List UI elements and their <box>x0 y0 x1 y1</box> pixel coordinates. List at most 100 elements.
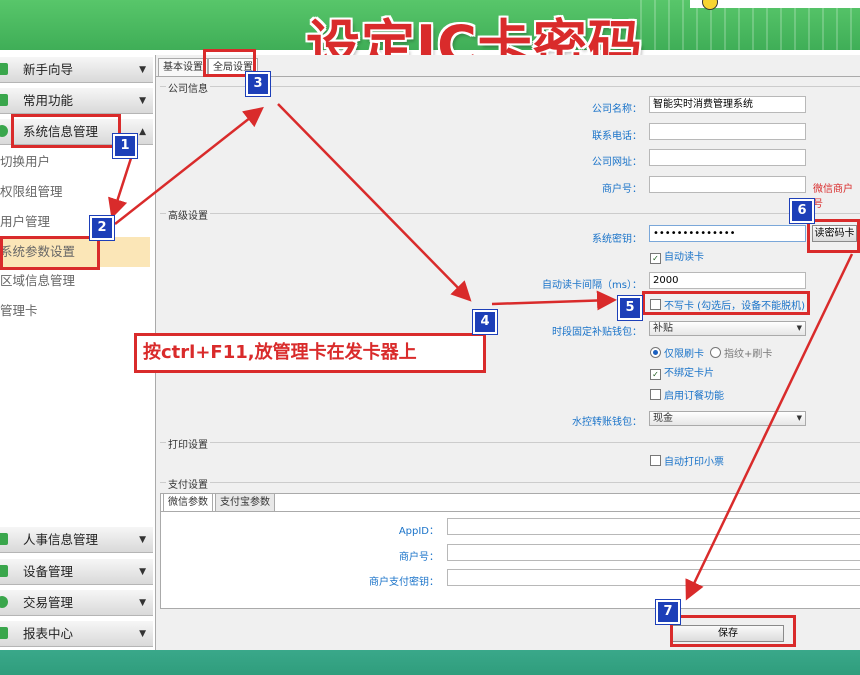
pay-key-field[interactable] <box>447 569 860 586</box>
checkbox-unchecked-icon <box>650 455 661 466</box>
checkbox-label: 不绑定卡片 <box>664 368 714 379</box>
payment-group: 支付设置 <box>160 476 860 491</box>
merchant-field[interactable] <box>649 176 806 193</box>
auto-print-checkbox[interactable]: 自动打印小票 <box>650 455 724 469</box>
group-title: 公司信息 <box>166 80 210 95</box>
step-badge-7: 7 <box>655 599 681 625</box>
company-name-field[interactable]: 智能实时消费管理系统 <box>649 96 806 113</box>
pay-merchant-label: 商户号： <box>399 552 439 563</box>
radio-selected-icon <box>650 347 661 358</box>
sidebar-item-report[interactable]: 报表中心 ▼ <box>0 621 153 647</box>
highlight-no-write <box>642 291 810 315</box>
sidebar-item-common[interactable]: 常用功能 ▼ <box>0 88 153 114</box>
water-wallet-label: 水控转账钱包： <box>572 417 642 428</box>
chevron-up-icon: ▲ <box>139 127 146 137</box>
report-icon <box>0 627 8 639</box>
group-title: 支付设置 <box>166 476 210 491</box>
company-phone-label: 联系电话： <box>592 131 642 142</box>
tab-alipay[interactable]: 支付宝参数 <box>215 493 275 511</box>
appid-label: AppID： <box>398 526 439 537</box>
sidebar-item-label: 报表中心 <box>23 626 74 641</box>
step-badge-2: 2 <box>89 215 115 241</box>
step-badge-6: 6 <box>789 198 815 224</box>
checkbox-unchecked-icon <box>650 389 661 400</box>
highlight-save <box>670 615 796 647</box>
chevron-down-icon: ▼ <box>139 535 146 545</box>
sidebar-item-guide[interactable]: 新手向导 ▼ <box>0 57 153 83</box>
guide-icon <box>0 63 8 75</box>
advanced-group: 高级设置 <box>160 207 860 222</box>
tab-basic[interactable]: 基本设置 <box>158 58 208 76</box>
merchant-label: 商户号： <box>602 184 642 195</box>
payment-tab-box: 微信参数 支付宝参数 AppID： 商户号： 商户支付密钥： <box>160 493 860 609</box>
sidebar-item-label: 常用功能 <box>23 93 74 108</box>
company-phone-field[interactable] <box>649 123 806 140</box>
subsidy-wallet-label: 时段固定补贴钱包： <box>552 327 642 338</box>
chevron-down-icon: ▼ <box>139 598 146 608</box>
radio-card-only[interactable]: 仅限刷卡 <box>650 347 704 361</box>
step-badge-3: 3 <box>245 71 271 97</box>
radio-fingerprint-card[interactable]: 指纹+刷卡 <box>710 347 772 361</box>
tab-divider <box>161 511 860 512</box>
interval-label: 自动读卡间隔（ms）： <box>542 280 642 291</box>
highlight-read-key <box>807 219 860 253</box>
step-badge-4: 4 <box>472 309 498 335</box>
checkbox-checked-icon: ✓ <box>650 253 661 264</box>
group-title: 打印设置 <box>166 436 210 451</box>
order-meal-checkbox[interactable]: 启用订餐功能 <box>650 389 724 403</box>
step-badge-1: 1 <box>112 133 138 159</box>
checkbox-checked-icon: ✓ <box>650 369 661 380</box>
appid-field[interactable] <box>447 518 860 535</box>
sidebar-item-label: 人事信息管理 <box>23 532 99 547</box>
company-site-field[interactable] <box>649 149 806 166</box>
chevron-down-icon: ▼ <box>139 567 146 577</box>
tab-wechat[interactable]: 微信参数 <box>163 493 213 511</box>
auto-read-checkbox[interactable]: ✓ 自动读卡 <box>650 252 704 264</box>
select-value: 现金 <box>653 413 673 424</box>
radio-unselected-icon <box>710 347 721 358</box>
sidebar-item-device[interactable]: 设备管理 ▼ <box>0 559 153 585</box>
highlight-system-params <box>0 236 100 270</box>
chevron-down-icon: ▼ <box>139 65 146 75</box>
people-icon <box>0 533 8 545</box>
radio-label: 仅限刷卡 <box>664 349 704 360</box>
annotation-note: 按ctrl+F11,放管理卡在发卡器上 <box>134 333 486 373</box>
system-key-label: 系统密钥： <box>592 234 642 245</box>
group-title: 高级设置 <box>166 207 210 222</box>
sidebar-sub-permission[interactable]: 权限组管理 <box>0 177 150 207</box>
sidebar-sub-user-manage[interactable]: 用户管理 <box>0 207 150 237</box>
company-name-label: 公司名称： <box>592 104 642 115</box>
sidebar-item-hr[interactable]: 人事信息管理 ▼ <box>0 527 153 553</box>
sidebar-item-trade[interactable]: 交易管理 ▼ <box>0 590 153 616</box>
chevron-down-icon: ▼ <box>139 96 146 106</box>
grid-icon <box>0 94 8 106</box>
step-badge-5: 5 <box>617 295 643 321</box>
company-site-label: 公司网址： <box>592 157 642 168</box>
checkbox-label: 启用订餐功能 <box>664 391 724 402</box>
pay-key-label: 商户支付密钥： <box>369 577 439 588</box>
exchange-icon <box>0 596 8 608</box>
system-key-field[interactable]: •••••••••••••• <box>649 225 806 242</box>
sidebar-sub-manage-card[interactable]: 管理卡 <box>0 296 150 326</box>
chevron-down-icon: ▼ <box>796 414 802 422</box>
chevron-down-icon: ▼ <box>796 324 802 332</box>
sidebar-item-label: 设备管理 <box>23 564 74 579</box>
water-wallet-select[interactable]: 现金 ▼ <box>649 411 806 426</box>
wechat-merchant-label: 微信商户号 <box>813 184 853 210</box>
select-value: 补贴 <box>653 323 673 334</box>
device-icon <box>0 565 8 577</box>
sidebar-item-label: 交易管理 <box>23 595 74 610</box>
sidebar-item-label: 新手向导 <box>23 62 74 77</box>
checkbox-label: 自动打印小票 <box>664 457 724 468</box>
pay-merchant-field[interactable] <box>447 544 860 561</box>
print-group: 打印设置 <box>160 436 860 451</box>
radio-label: 指纹+刷卡 <box>724 349 773 360</box>
chevron-down-icon: ▼ <box>139 629 146 639</box>
sidebar-sub-area[interactable]: 区域信息管理 <box>0 266 150 296</box>
subsidy-wallet-select[interactable]: 补贴 ▼ <box>649 321 806 336</box>
highlight-system-menu <box>11 114 121 148</box>
gear-icon <box>0 125 8 137</box>
interval-field[interactable]: 2000 <box>649 272 806 289</box>
unbind-card-checkbox[interactable]: ✓ 不绑定卡片 <box>650 368 714 380</box>
bottom-bar <box>0 650 860 675</box>
